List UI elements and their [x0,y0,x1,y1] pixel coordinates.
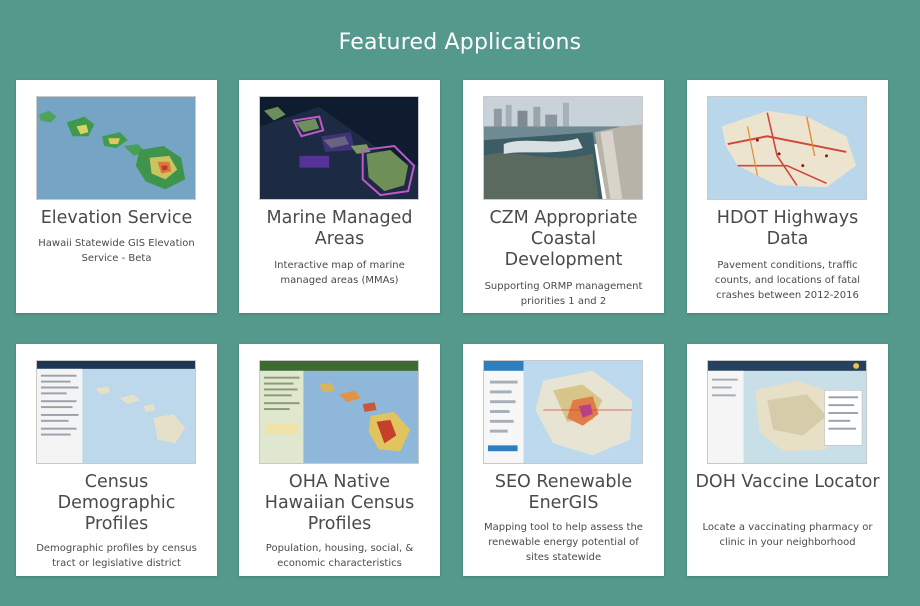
card-description: Population, housing, social, & economic … [265,543,414,569]
card-description: Locate a vaccinating pharmacy or clinic … [702,522,873,548]
oha-map-image [259,360,419,464]
card-description: Pavement conditions, traffic counts, and… [714,260,861,301]
app-card-census-demographic-profiles[interactable]: Census Demographic Profiles Demographic … [16,344,217,576]
app-card-doh-vaccine-locator[interactable]: DOH Vaccine Locator Locate a vaccinating… [687,344,888,576]
app-card-seo-renewable-energis[interactable]: SEO Renewable EnerGIS Mapping tool to he… [463,344,664,576]
page-title: Featured Applications [338,30,582,55]
card-description: Supporting ORMP management priorities 1 … [484,281,643,307]
card-description: Hawaii Statewide GIS Elevation Service -… [38,238,195,264]
app-card-czm-coastal-development[interactable]: CZM Appropriate Coastal Development Supp… [463,80,664,313]
app-card-oha-native-hawaiian-census-profiles[interactable]: OHA Native Hawaiian Census Profiles Popu… [239,344,440,576]
app-card-elevation-service[interactable]: Elevation Service Hawaii Statewide GIS E… [16,80,217,313]
card-title[interactable]: CZM Appropriate Coastal Development [471,208,656,271]
coastline-photo [483,96,643,200]
elevation-map-image [36,96,196,200]
app-card-hdot-highways-data[interactable]: HDOT Highways Data Pavement conditions, … [687,80,888,313]
card-title[interactable]: Elevation Service [24,208,209,229]
energis-map-image [483,360,643,464]
card-description: Mapping tool to help assess the renewabl… [484,522,643,563]
card-title[interactable]: DOH Vaccine Locator [695,472,880,493]
marine-map-image [259,96,419,200]
card-title[interactable]: HDOT Highways Data [695,208,880,250]
vaccine-map-image [707,360,867,464]
census-map-image [36,360,196,464]
app-card-marine-managed-areas[interactable]: Marine Managed Areas Interactive map of … [239,80,440,313]
card-description: Demographic profiles by census tract or … [36,543,197,569]
card-title[interactable]: SEO Renewable EnerGIS [471,472,656,514]
card-description: Interactive map of marine managed areas … [274,260,405,286]
card-title[interactable]: OHA Native Hawaiian Census Profiles [247,472,432,535]
card-title[interactable]: Census Demographic Profiles [24,472,209,535]
highways-map-image [707,96,867,200]
card-title[interactable]: Marine Managed Areas [247,208,432,250]
